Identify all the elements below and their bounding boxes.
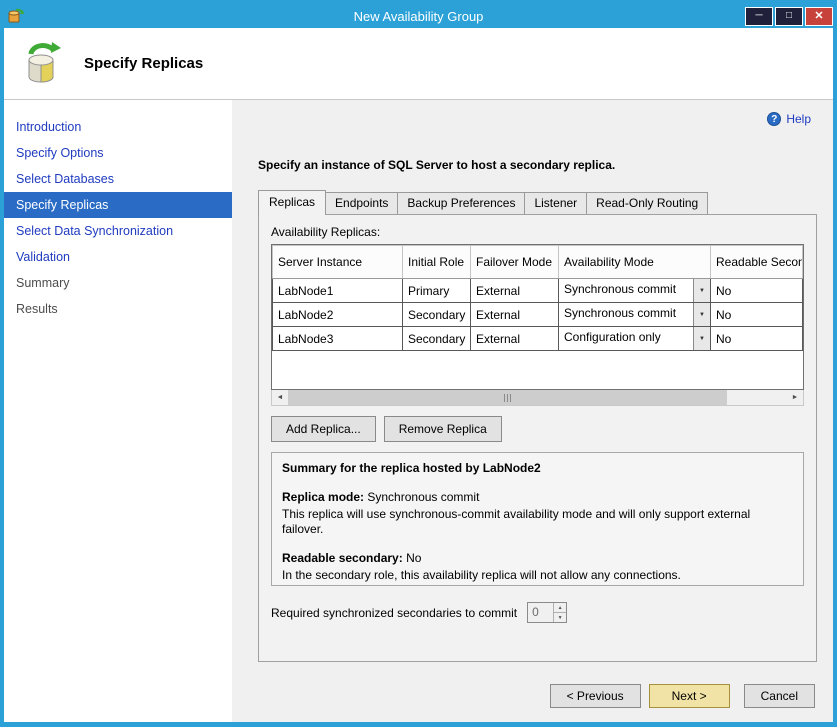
spin-down-icon: ▼ [554, 613, 566, 622]
col-availability-mode: Availability Mode [559, 246, 711, 279]
add-replica-button[interactable]: Add Replica... [271, 416, 376, 442]
replica-summary-panel: Summary for the replica hosted by LabNod… [271, 452, 804, 586]
replicas-grid: Server Instance Initial Role Failover Mo… [271, 244, 804, 390]
remove-replica-button[interactable]: Remove Replica [384, 416, 502, 442]
cell-readable: No [711, 327, 803, 351]
table-row: LabNode3 Secondary External Configuratio… [273, 327, 803, 351]
cell-role: Secondary [403, 303, 471, 327]
maximize-button[interactable]: □ [775, 7, 803, 26]
scroll-left-icon[interactable]: ◄ [272, 390, 288, 405]
tab-endpoints[interactable]: Endpoints [325, 192, 398, 214]
help-icon: ? [767, 112, 781, 126]
cell-role: Secondary [403, 327, 471, 351]
sidebar-item-select-data-synchronization[interactable]: Select Data Synchronization [4, 218, 232, 244]
title-bar[interactable]: New Availability Group ─ □ ✕ [4, 4, 833, 28]
sidebar-item-specify-replicas[interactable]: Specify Replicas [4, 192, 232, 218]
tab-strip: Replicas Endpoints Backup Preferences Li… [258, 190, 833, 214]
quorum-spinner: 0 ▲ ▼ [527, 602, 567, 623]
cancel-button[interactable]: Cancel [744, 684, 815, 708]
replica-mode-description: This replica will use synchronous-commit… [282, 507, 793, 537]
tab-backup-preferences[interactable]: Backup Preferences [397, 192, 525, 214]
cell-server: LabNode2 [273, 303, 403, 327]
sidebar-item-introduction[interactable]: Introduction [4, 114, 232, 140]
quorum-label: Required synchronized secondaries to com… [271, 606, 517, 620]
sidebar-item-validation[interactable]: Validation [4, 244, 232, 270]
chevron-down-icon[interactable]: ▼ [693, 327, 710, 350]
col-initial-role: Initial Role [403, 246, 471, 279]
tab-read-only-routing[interactable]: Read-Only Routing [586, 192, 708, 214]
sidebar-item-specify-options[interactable]: Specify Options [4, 140, 232, 166]
availability-mode-dropdown[interactable]: Configuration only ▼ [559, 327, 711, 351]
summary-title: Summary for the replica hosted by LabNod… [282, 461, 793, 476]
spin-up-icon: ▲ [554, 603, 566, 613]
availability-group-icon [20, 40, 66, 88]
readable-secondary-description: In the secondary role, this availability… [282, 568, 793, 583]
quorum-row: Required synchronized secondaries to com… [271, 602, 804, 623]
cell-readable: No [711, 303, 803, 327]
scrollbar-thumb[interactable] [288, 390, 727, 405]
cell-failover: External [471, 327, 559, 351]
horizontal-scrollbar[interactable]: ◄ ► [271, 390, 804, 406]
grid-header-row: Server Instance Initial Role Failover Mo… [273, 246, 803, 279]
spinner-arrows: ▲ ▼ [553, 603, 566, 622]
wizard-header: Specify Replicas [4, 28, 833, 100]
sidebar-item-summary: Summary [4, 270, 232, 296]
availability-mode-dropdown[interactable]: Synchronous commit ▼ [559, 303, 711, 327]
tab-replicas[interactable]: Replicas [258, 190, 326, 214]
quorum-value: 0 [528, 603, 553, 622]
replica-mode-line: Replica mode: Synchronous commit [282, 490, 793, 505]
cell-server: LabNode3 [273, 327, 403, 351]
tab-listener[interactable]: Listener [524, 192, 587, 214]
cell-readable: No [711, 279, 803, 303]
cell-failover: External [471, 279, 559, 303]
cell-server: LabNode1 [273, 279, 403, 303]
cell-failover: External [471, 303, 559, 327]
chevron-down-icon[interactable]: ▼ [693, 303, 710, 326]
col-server-instance: Server Instance [273, 246, 403, 279]
availability-replicas-label: Availability Replicas: [271, 225, 804, 239]
previous-button[interactable]: < Previous [550, 684, 641, 708]
new-availability-group-window: New Availability Group ─ □ ✕ Specify Rep… [0, 0, 837, 727]
help-label: Help [786, 112, 811, 126]
availability-mode-dropdown[interactable]: Synchronous commit ▼ [559, 279, 711, 303]
sidebar-item-select-databases[interactable]: Select Databases [4, 166, 232, 192]
window-title: New Availability Group [4, 9, 833, 24]
next-button[interactable]: Next > [649, 684, 730, 708]
close-button[interactable]: ✕ [805, 7, 833, 26]
scroll-right-icon[interactable]: ► [787, 390, 803, 405]
table-row: LabNode1 Primary External Synchronous co… [273, 279, 803, 303]
wizard-step-sidebar: Introduction Specify Options Select Data… [4, 100, 232, 722]
chevron-down-icon[interactable]: ▼ [693, 279, 710, 302]
wizard-footer: < Previous Next > Cancel [550, 684, 815, 708]
sidebar-item-results: Results [4, 296, 232, 322]
minimize-button[interactable]: ─ [745, 7, 773, 26]
page-title: Specify Replicas [84, 55, 203, 72]
main-content: ? Help Specify an instance of SQL Server… [232, 100, 833, 722]
col-failover-mode: Failover Mode [471, 246, 559, 279]
help-link[interactable]: ? Help [767, 112, 811, 126]
col-readable-secondary: Readable Secondary [711, 246, 803, 279]
scrollbar-track[interactable] [288, 390, 787, 405]
cell-role: Primary [403, 279, 471, 303]
readable-secondary-line: Readable secondary: No [282, 551, 793, 566]
instruction-text: Specify an instance of SQL Server to hos… [258, 158, 833, 172]
replicas-tab-panel: Availability Replicas: Server Instance I… [258, 214, 817, 662]
table-row: LabNode2 Secondary External Synchronous … [273, 303, 803, 327]
